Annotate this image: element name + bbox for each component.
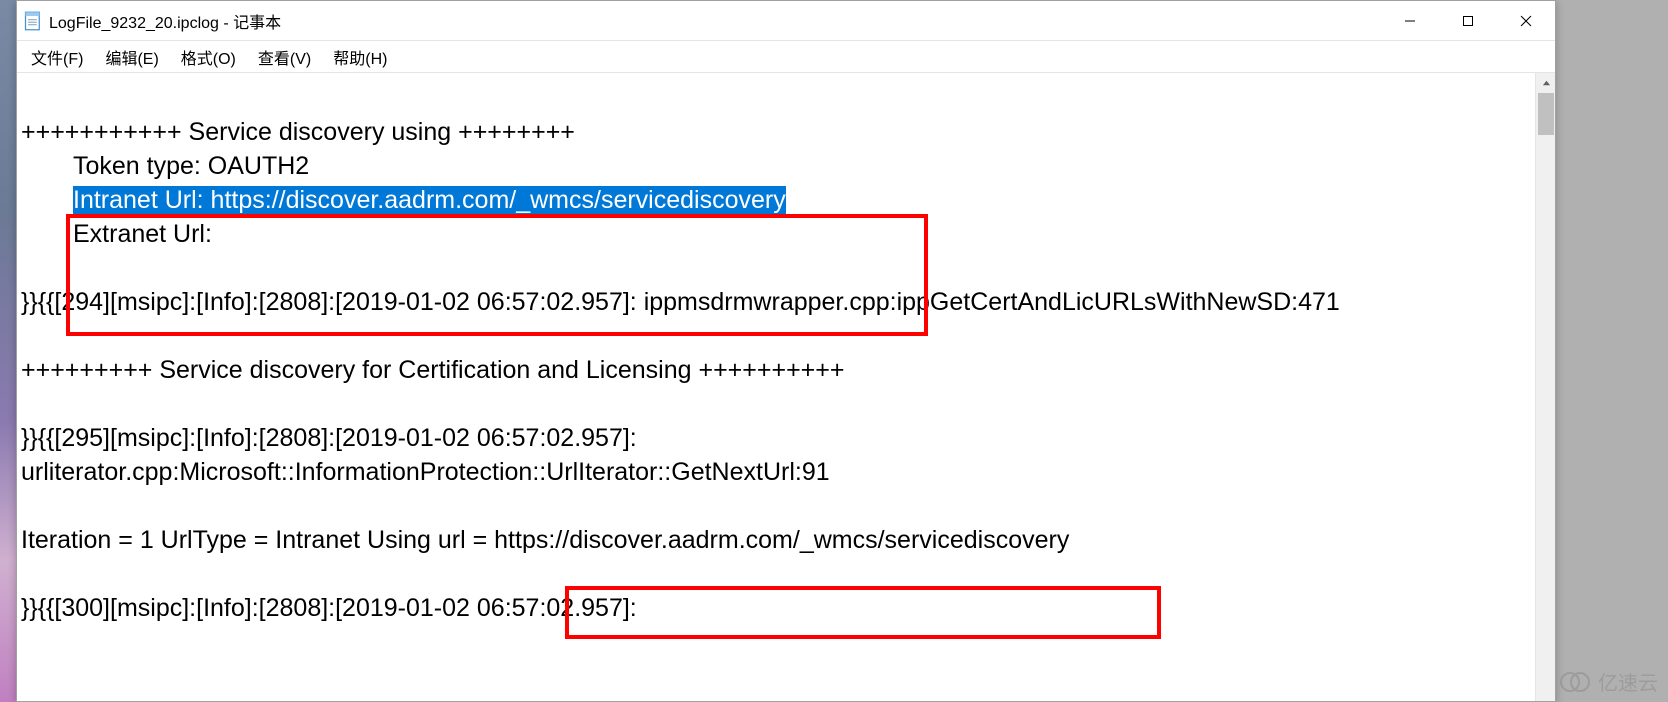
- watermark-logo-icon: [1560, 672, 1592, 692]
- notepad-window: LogFile_9232_20.ipclog - 记事本 文件(F) 编辑(E)…: [16, 0, 1556, 702]
- log-line: }}{{[294][msipc]:[Info]:[2808]:[2019-01-…: [21, 285, 1535, 319]
- vertical-scrollbar[interactable]: [1535, 73, 1555, 701]
- log-line: [21, 81, 1535, 115]
- notepad-icon: [23, 11, 43, 31]
- log-line: Extranet Url:: [21, 217, 1535, 251]
- log-line-selected: Intranet Url: https://discover.aadrm.com…: [21, 183, 1535, 217]
- log-line: urliterator.cpp:Microsoft::InformationPr…: [21, 455, 1535, 489]
- log-line: +++++++++++ Service discovery using ++++…: [21, 115, 1535, 149]
- log-line: Iteration = 1 UrlType = Intranet Using u…: [21, 523, 1535, 557]
- window-controls: [1381, 1, 1555, 40]
- log-line: [21, 489, 1535, 523]
- close-button[interactable]: [1497, 1, 1555, 40]
- menubar: 文件(F) 编辑(E) 格式(O) 查看(V) 帮助(H): [17, 41, 1555, 73]
- maximize-button[interactable]: [1439, 1, 1497, 40]
- log-line: }}{{[295][msipc]:[Info]:[2808]:[2019-01-…: [21, 421, 1535, 455]
- menu-file[interactable]: 文件(F): [21, 42, 93, 72]
- titlebar[interactable]: LogFile_9232_20.ipclog - 记事本: [17, 1, 1555, 41]
- log-line: [21, 319, 1535, 353]
- scroll-thumb[interactable]: [1538, 93, 1554, 135]
- log-line: +++++++++ Service discovery for Certific…: [21, 353, 1535, 387]
- window-title: LogFile_9232_20.ipclog - 记事本: [49, 9, 1381, 33]
- menu-edit[interactable]: 编辑(E): [95, 42, 168, 72]
- menu-format[interactable]: 格式(O): [171, 42, 246, 72]
- log-line: [21, 387, 1535, 421]
- watermark-text: 亿速云: [1598, 667, 1658, 696]
- log-line: [21, 557, 1535, 591]
- menu-help[interactable]: 帮助(H): [323, 42, 397, 72]
- desktop-edge: [0, 0, 16, 702]
- watermark: 亿速云: [1560, 667, 1658, 696]
- menu-view[interactable]: 查看(V): [248, 42, 321, 72]
- log-line: Token type: OAUTH2: [21, 149, 1535, 183]
- text-content[interactable]: +++++++++++ Service discovery using ++++…: [17, 73, 1535, 701]
- log-line: [21, 251, 1535, 285]
- text-area-container: +++++++++++ Service discovery using ++++…: [17, 73, 1555, 701]
- minimize-button[interactable]: [1381, 1, 1439, 40]
- selected-text: Intranet Url: https://discover.aadrm.com…: [73, 186, 786, 214]
- scroll-up-arrow-icon[interactable]: [1536, 73, 1555, 93]
- log-line: }}{{[300][msipc]:[Info]:[2808]:[2019-01-…: [21, 591, 1535, 625]
